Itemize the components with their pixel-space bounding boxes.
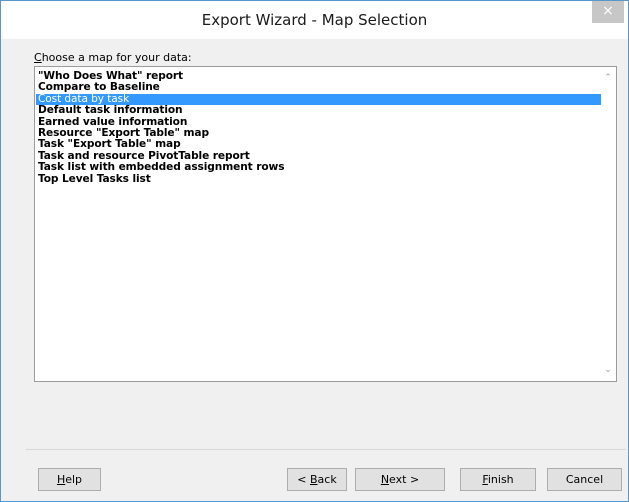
choose-map-accesskey: C [34, 51, 42, 64]
finish-button[interactable]: Finish [460, 468, 536, 491]
back-label: ack [317, 473, 337, 486]
vertical-scrollbar[interactable]: ⌃ ⌄ [601, 68, 615, 380]
close-icon: × [602, 3, 614, 19]
map-list: "Who Does What" report Compare to Baseli… [36, 70, 602, 185]
dialog-title: Export Wizard - Map Selection [201, 11, 428, 29]
back-prefix: < [297, 473, 310, 486]
export-wizard-dialog: Export Wizard - Map Selection × Choose a… [0, 0, 629, 502]
next-accesskey: N [380, 473, 390, 486]
close-button[interactable]: × [592, 1, 624, 23]
list-item[interactable]: Task list with embedded assignment rows [36, 161, 602, 173]
back-button[interactable]: < Back [287, 468, 347, 491]
list-item[interactable]: Default task information [36, 104, 602, 116]
footer-divider [26, 449, 626, 450]
choose-map-label: Choose a map for your data: [34, 51, 192, 64]
list-item[interactable]: Top Level Tasks list [36, 173, 602, 185]
next-label: ext > [389, 473, 420, 486]
help-label: elp [65, 473, 83, 486]
scroll-up-icon[interactable]: ⌃ [601, 71, 615, 85]
back-accesskey: B [310, 473, 318, 486]
help-button[interactable]: Help [38, 468, 101, 491]
cancel-button[interactable]: Cancel [547, 468, 622, 491]
finish-label: inish [487, 473, 514, 486]
title-bar: Export Wizard - Map Selection × [1, 1, 628, 39]
choose-map-label-text: hoose a map for your data: [41, 51, 192, 64]
help-accesskey: H [56, 473, 66, 486]
map-listbox[interactable]: "Who Does What" report Compare to Baseli… [34, 66, 617, 382]
next-button[interactable]: Next > [355, 468, 445, 491]
scroll-down-icon[interactable]: ⌄ [601, 363, 615, 377]
